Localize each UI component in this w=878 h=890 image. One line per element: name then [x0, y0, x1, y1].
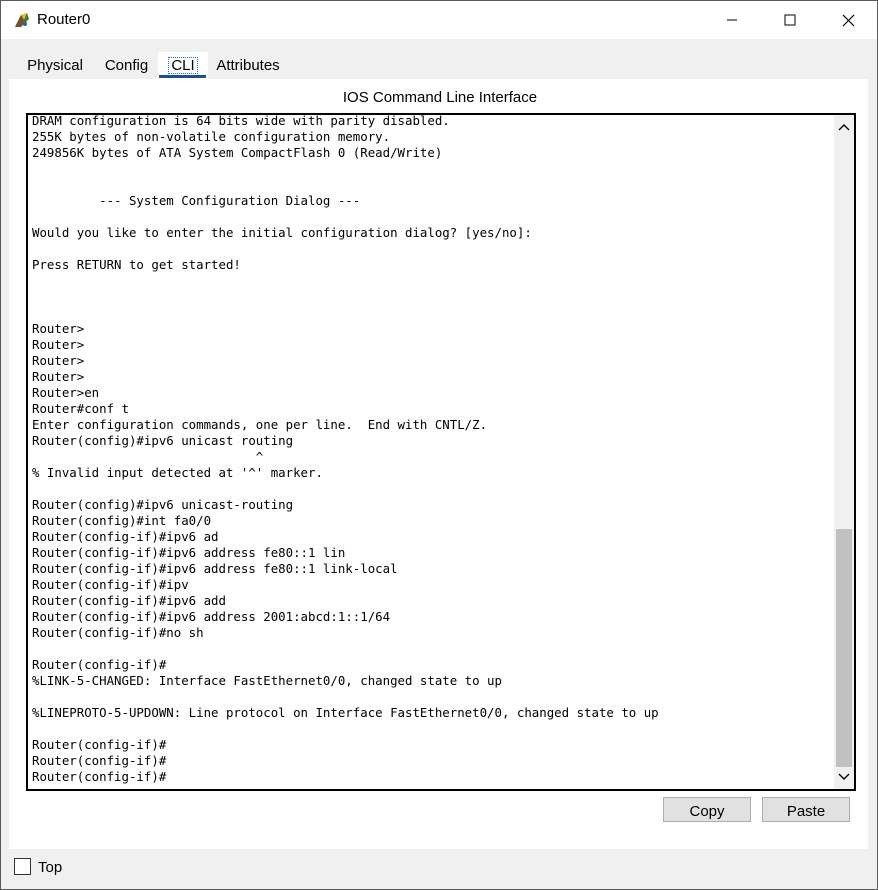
- copy-button[interactable]: Copy: [663, 797, 751, 822]
- active-tab-indicator: [159, 75, 206, 78]
- chevron-down-icon: [838, 773, 850, 780]
- top-checkbox[interactable]: [14, 858, 31, 875]
- router-window: Router0 Physical Config CLI Attributes I…: [0, 0, 878, 890]
- maximize-icon: [784, 14, 796, 26]
- title-bar[interactable]: Router0: [1, 1, 877, 39]
- console-output[interactable]: DRAM configuration is 64 bits wide with …: [32, 115, 828, 785]
- top-label: Top: [38, 859, 63, 876]
- scroll-down-button[interactable]: [834, 767, 854, 787]
- close-icon: [842, 14, 854, 26]
- tab-cli-label: CLI: [168, 57, 198, 74]
- maximize-button[interactable]: [761, 1, 819, 39]
- paste-button[interactable]: Paste: [762, 797, 850, 822]
- window-title: Router0: [37, 11, 91, 28]
- router-icon: [15, 13, 29, 27]
- tab-attributes[interactable]: Attributes: [208, 52, 288, 79]
- minimize-icon: [727, 19, 737, 21]
- tab-attributes-label: Attributes: [216, 57, 280, 74]
- scroll-up-button[interactable]: [834, 117, 854, 137]
- console-scrollbar[interactable]: [834, 115, 854, 789]
- chevron-up-icon: [838, 124, 850, 131]
- minimize-button[interactable]: [703, 1, 761, 39]
- tab-physical[interactable]: Physical: [15, 52, 95, 79]
- cli-heading: IOS Command Line Interface: [342, 89, 538, 106]
- close-button[interactable]: [819, 1, 877, 39]
- scroll-thumb[interactable]: [836, 529, 852, 767]
- tab-config[interactable]: Config: [95, 52, 158, 79]
- cli-console[interactable]: DRAM configuration is 64 bits wide with …: [26, 113, 856, 791]
- tab-config-label: Config: [104, 57, 149, 74]
- tab-physical-label: Physical: [27, 57, 83, 74]
